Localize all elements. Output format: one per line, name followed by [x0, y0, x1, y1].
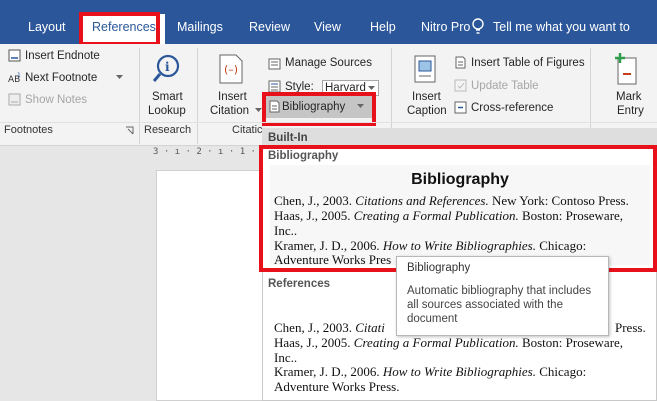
list-item: Kramer, J. D., 2006. How to Write Biblio…: [274, 364, 587, 379]
bibliography-icon: [269, 100, 280, 113]
update-table-icon: [454, 79, 467, 92]
update-table-button[interactable]: Update Table: [471, 79, 539, 93]
list-item: Chen, J., 2003. Citati: [274, 320, 385, 335]
tooltip-body: Automatic bibliography that includes all…: [407, 285, 592, 325]
manage-sources-button[interactable]: Manage Sources: [285, 56, 372, 70]
tab-view[interactable]: View: [314, 16, 341, 38]
smart-lookup-label[interactable]: Smart: [152, 90, 183, 104]
list-item: Inc..: [274, 350, 298, 365]
smart-lookup-icon: i: [152, 54, 180, 82]
dialog-launcher-icon[interactable]: [125, 126, 134, 135]
list-item: Haas, J., 2005. Creating a Formal Public…: [274, 335, 624, 350]
svg-text:i: i: [165, 60, 170, 74]
bibliography-section-heading: Bibliography: [268, 150, 339, 162]
references-section-heading: References: [268, 278, 331, 290]
group-label-strip: [0, 122, 657, 123]
bibliography-label[interactable]: Bibliography: [282, 100, 345, 114]
list-item: Kramer, J. D., 2006. How to Write Biblio…: [274, 238, 587, 253]
mark-entry-label[interactable]: Mark: [616, 90, 642, 104]
horizontal-ruler[interactable]: 3 · ı · 2 · ı · 1 ·: [153, 147, 256, 157]
chevron-down-icon[interactable]: [255, 108, 262, 113]
manage-sources-icon: [268, 58, 281, 70]
next-footnote-icon: AB1: [8, 72, 21, 84]
svg-text:(–): (–): [224, 63, 238, 76]
tab-layout[interactable]: Layout: [28, 16, 66, 38]
chevron-down-icon[interactable]: [116, 75, 123, 80]
table-of-figures-icon: [455, 56, 466, 69]
tooltip-title: Bibliography: [407, 262, 471, 274]
mark-entry-icon: [615, 53, 637, 85]
style-label: Style:: [285, 81, 314, 93]
chevron-down-icon[interactable]: [368, 86, 375, 91]
bibliography-preview-title: Bibliography: [411, 171, 509, 188]
citations-group-label: Citatic: [232, 124, 263, 136]
style-icon: [268, 80, 281, 93]
insert-caption-icon: [414, 55, 436, 83]
list-item: Inc..: [274, 223, 298, 238]
built-in-header: Built-In: [262, 128, 657, 148]
insert-citation-icon: (–): [219, 54, 243, 84]
tell-me-search[interactable]: Tell me what you want to: [493, 16, 630, 38]
tab-nitro-pro[interactable]: Nitro Pro: [421, 16, 470, 38]
list-item: Adventure Works Pres: [274, 252, 392, 267]
insert-caption-label-2[interactable]: Caption: [407, 104, 447, 118]
lightbulb-icon[interactable]: [471, 18, 485, 36]
list-item: Chen, J., 2003. Citations and References…: [274, 193, 629, 208]
show-notes-icon: [8, 93, 21, 106]
tab-review[interactable]: Review: [249, 16, 290, 38]
cross-reference-icon: [454, 101, 467, 114]
insert-endnote-button[interactable]: Insert Endnote: [25, 49, 100, 63]
svg-text:1: 1: [17, 72, 21, 79]
tab-references[interactable]: References: [83, 14, 165, 44]
insert-caption-label[interactable]: Insert: [412, 90, 441, 104]
tab-mailings[interactable]: Mailings: [177, 16, 223, 38]
list-item: Haas, J., 2005. Creating a Formal Public…: [274, 208, 624, 223]
insert-table-of-figures-button[interactable]: Insert Table of Figures: [471, 56, 585, 70]
research-group-label: Research: [144, 124, 192, 136]
mark-entry-label-2[interactable]: Entry: [617, 104, 644, 118]
document-page[interactable]: [156, 170, 266, 401]
insert-citation-label[interactable]: Insert: [218, 90, 247, 104]
insert-endnote-icon: [8, 49, 21, 62]
list-item: Adventure Works Press.: [274, 379, 400, 394]
next-footnote-button[interactable]: Next Footnote: [25, 71, 97, 85]
insert-citation-label-2[interactable]: Citation: [210, 104, 249, 118]
group-divider: [197, 48, 198, 144]
style-select-value: Harvard: [325, 82, 366, 94]
footnotes-group-label: Footnotes: [4, 124, 53, 136]
tab-help[interactable]: Help: [370, 16, 396, 38]
show-notes-button[interactable]: Show Notes: [25, 93, 87, 107]
group-divider: [139, 48, 140, 144]
list-item: Press.: [615, 320, 646, 335]
cross-reference-button[interactable]: Cross-reference: [471, 101, 553, 115]
style-select[interactable]: Harvard: [322, 80, 379, 96]
smart-lookup-label-2[interactable]: Lookup: [148, 104, 186, 118]
chevron-down-icon[interactable]: [357, 104, 364, 109]
